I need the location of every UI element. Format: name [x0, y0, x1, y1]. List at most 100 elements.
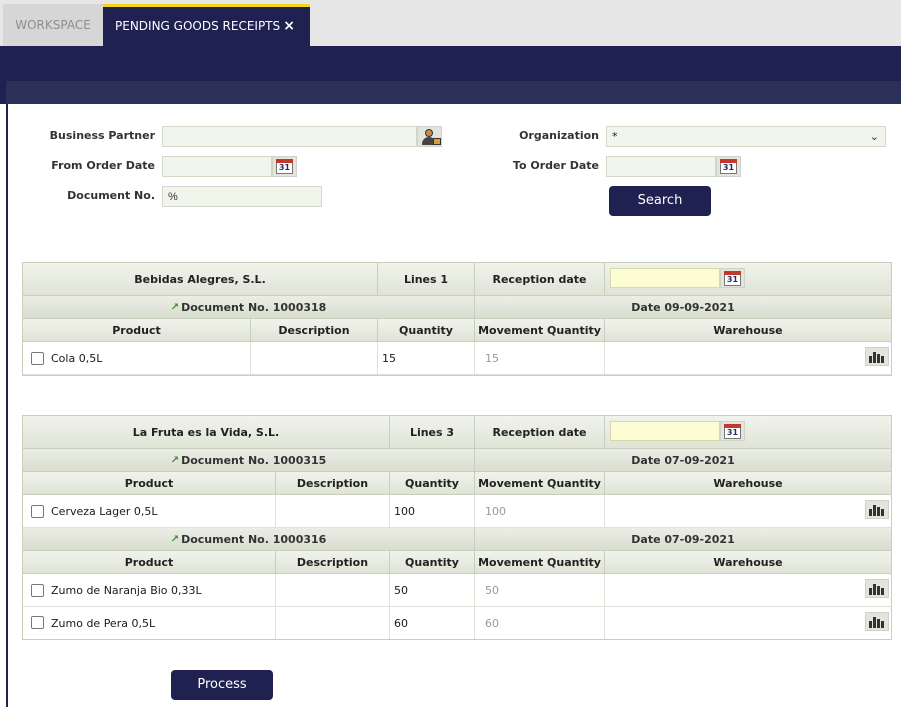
table-row-quantity: 100 — [390, 495, 475, 528]
table-row-description — [276, 574, 390, 607]
lines-count: Lines 3 — [390, 416, 475, 449]
movement-quantity-input[interactable]: 60 — [475, 607, 605, 639]
to-order-date-input[interactable] — [606, 156, 716, 177]
partner-group-table: Bebidas Alegres, S.L. Lines 1 Reception … — [22, 262, 892, 376]
organization-value: * — [612, 130, 618, 143]
document-number: Document No. 1000318 — [181, 300, 327, 314]
partner-name: La Fruta es la Vida, S.L. — [23, 416, 390, 449]
table-row-quantity: 15 — [378, 342, 475, 375]
tab-label: PENDING GOODS RECEIPTS — [115, 19, 281, 33]
warehouse-input[interactable] — [605, 495, 891, 528]
table-row-description — [251, 342, 378, 375]
chevron-down-icon: ⌄ — [869, 130, 879, 143]
col-description: Description — [251, 319, 378, 342]
table-row-quantity: 50 — [390, 574, 475, 607]
col-warehouse: Warehouse — [605, 551, 891, 574]
row-checkbox[interactable] — [31, 505, 44, 518]
document-no-label: Document No. — [67, 189, 155, 202]
lines-count: Lines 1 — [378, 263, 475, 296]
row-checkbox[interactable] — [31, 584, 44, 597]
calendar-icon: 31 — [724, 423, 741, 439]
table-row-product: Zumo de Naranja Bio 0,33L — [23, 574, 276, 607]
col-description: Description — [276, 551, 390, 574]
warehouse-icon — [869, 584, 885, 595]
col-quantity: Quantity — [378, 319, 475, 342]
col-warehouse: Warehouse — [605, 319, 891, 342]
to-order-date-label: To Order Date — [512, 159, 599, 172]
col-product: Product — [23, 551, 276, 574]
row-checkbox[interactable] — [31, 616, 44, 629]
reception-date-input[interactable] — [610, 268, 720, 288]
table-row-product: Zumo de Pera 0,5L — [23, 607, 276, 639]
table-row-product: Cola 0,5L — [23, 342, 251, 375]
col-quantity: Quantity — [390, 472, 475, 495]
business-partner-label: Business Partner — [49, 129, 155, 142]
from-date-calendar-button[interactable]: 31 — [272, 156, 297, 177]
organization-select[interactable]: * ⌄ — [606, 126, 886, 147]
organization-label: Organization — [519, 129, 599, 142]
calendar-icon: 31 — [724, 270, 741, 286]
arrow-icon: ↗ — [170, 454, 180, 466]
to-date-calendar-button[interactable]: 31 — [716, 156, 741, 177]
document-number: Document No. 1000315 — [181, 453, 327, 467]
col-warehouse: Warehouse — [605, 472, 891, 495]
reception-date-label: Reception date — [475, 263, 605, 296]
col-movement-quantity: Movement Quantity — [475, 319, 605, 342]
reception-date-label: Reception date — [475, 416, 605, 449]
table-row-description — [276, 607, 390, 639]
reception-date-input[interactable] — [610, 421, 720, 441]
tab-bar: WORKSPACE PENDING GOODS RECEIPTS × — [0, 0, 901, 46]
document-no-input[interactable] — [162, 186, 322, 207]
document-header[interactable]: ↗ Document No. 1000315 — [23, 449, 475, 472]
partner-name: Bebidas Alegres, S.L. — [23, 263, 378, 296]
row-checkbox[interactable] — [31, 352, 44, 365]
warehouse-input[interactable] — [605, 607, 891, 639]
business-partner-input[interactable] — [162, 126, 417, 147]
arrow-icon: ↗ — [170, 301, 180, 313]
tab-workspace[interactable]: WORKSPACE — [3, 4, 103, 46]
document-header[interactable]: ↗ Document No. 1000316 — [23, 528, 475, 551]
movement-quantity-input[interactable]: 100 — [475, 495, 605, 528]
reception-date-calendar-button[interactable]: 31 — [720, 421, 745, 441]
col-quantity: Quantity — [390, 551, 475, 574]
document-number: Document No. 1000316 — [181, 532, 327, 546]
calendar-icon: 31 — [720, 159, 737, 174]
warehouse-input[interactable] — [605, 574, 891, 607]
reception-date-calendar-button[interactable]: 31 — [720, 268, 745, 288]
table-row-quantity: 60 — [390, 607, 475, 639]
arrow-icon: ↗ — [170, 533, 180, 545]
document-header[interactable]: ↗ Document No. 1000318 — [23, 296, 475, 319]
window-header — [0, 46, 901, 105]
warehouse-selector-button[interactable] — [865, 612, 889, 631]
col-description: Description — [276, 472, 390, 495]
partner-group-table: La Fruta es la Vida, S.L. Lines 3 Recept… — [22, 415, 892, 640]
toolbar-strip — [6, 81, 901, 105]
movement-quantity-input[interactable]: 50 — [475, 574, 605, 607]
warehouse-icon — [869, 617, 885, 628]
calendar-icon: 31 — [276, 159, 293, 174]
movement-quantity-input[interactable]: 15 — [475, 342, 605, 375]
warehouse-selector-button[interactable] — [865, 579, 889, 598]
from-order-date-input[interactable] — [162, 156, 272, 177]
table-row-description — [276, 495, 390, 528]
col-product: Product — [23, 319, 251, 342]
warehouse-selector-button[interactable] — [865, 500, 889, 519]
warehouse-selector-button[interactable] — [865, 347, 889, 366]
tab-pending-goods-receipts[interactable]: PENDING GOODS RECEIPTS × — [103, 4, 310, 46]
partner-selector-icon — [421, 128, 441, 145]
warehouse-icon — [869, 505, 885, 516]
col-movement-quantity: Movement Quantity — [475, 472, 605, 495]
close-icon[interactable]: × — [283, 7, 295, 45]
from-order-date-label: From Order Date — [51, 159, 155, 172]
process-button[interactable]: Process — [171, 670, 273, 700]
warehouse-icon — [869, 352, 885, 363]
document-date: Date 07-09-2021 — [475, 449, 891, 472]
warehouse-input[interactable] — [605, 342, 891, 375]
business-partner-selector-button[interactable] — [417, 126, 442, 147]
col-movement-quantity: Movement Quantity — [475, 551, 605, 574]
col-product: Product — [23, 472, 276, 495]
search-button[interactable]: Search — [609, 186, 711, 216]
document-date: Date 07-09-2021 — [475, 528, 891, 551]
document-date: Date 09-09-2021 — [475, 296, 891, 319]
table-row-product: Cerveza Lager 0,5L — [23, 495, 276, 528]
